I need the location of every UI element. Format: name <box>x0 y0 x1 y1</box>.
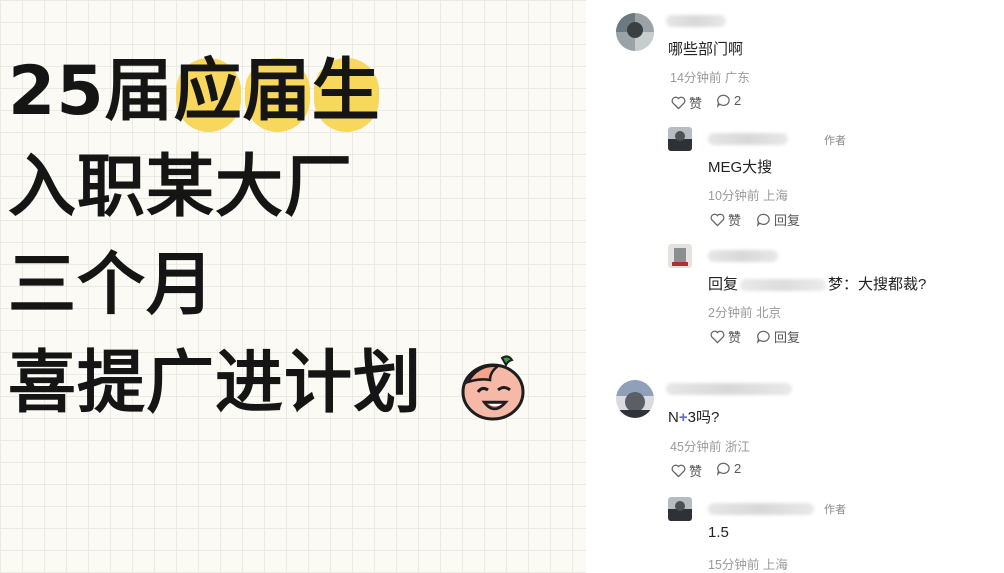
comment-meta: 45分钟前 浙江 <box>670 436 750 455</box>
username-blurred[interactable] <box>708 133 788 145</box>
poster-highlight-2: 届 <box>242 52 312 132</box>
poster-line-4: 喜提广进计划 <box>8 344 423 423</box>
like-button[interactable]: 赞 <box>710 327 741 346</box>
like-label: 赞 <box>728 213 742 228</box>
mention-blurred[interactable] <box>740 279 827 292</box>
poster-image: 25届应届生 入职某大厂 三个月 喜提广进计划 <box>0 0 586 573</box>
reply-count: 2 <box>734 93 742 108</box>
comment-text: N+3吗? <box>668 406 719 427</box>
comment-text-b: 3吗? <box>687 409 720 426</box>
poster-line-1: 25届应届生 <box>8 52 381 132</box>
author-tag: 作者 <box>824 135 846 147</box>
avatar[interactable] <box>668 497 692 521</box>
reply-time: 10分钟前 <box>708 189 760 203</box>
poster-highlight-1: 应 <box>173 52 243 132</box>
reply-meta: 15分钟前 上海 <box>708 554 788 573</box>
username-blurred[interactable] <box>666 15 726 27</box>
reply-text: MEG大搜 <box>708 159 773 176</box>
reply-text-line: 回复 梦：大搜都裁? <box>708 273 926 294</box>
like-label: 赞 <box>689 464 703 479</box>
comment-time: 14分钟前 <box>670 71 722 85</box>
like-label: 赞 <box>728 330 742 345</box>
poster-line-1-prefix: 25届 <box>8 52 174 131</box>
comment-text: 哪些部门啊 <box>668 41 744 58</box>
reply-location: 北京 <box>755 306 781 320</box>
poster-highlight-3: 生 <box>311 52 381 132</box>
reply-location: 上海 <box>762 558 788 572</box>
facepalm-crying-face-icon <box>461 355 525 421</box>
heart-icon <box>710 213 725 227</box>
heart-icon <box>671 96 686 110</box>
avatar[interactable] <box>616 380 654 418</box>
reply-count-button[interactable]: 2 <box>716 461 741 476</box>
like-button[interactable]: 赞 <box>710 210 741 229</box>
comment-bubble-icon <box>756 213 770 227</box>
avatar[interactable] <box>668 127 692 151</box>
avatar-blurred-icon <box>668 497 692 521</box>
avatar-blurred-icon <box>668 127 692 151</box>
comment-location: 浙江 <box>724 440 750 454</box>
poster-line-3: 三个月 <box>8 246 216 325</box>
avatar[interactable] <box>616 13 654 51</box>
heart-icon <box>671 464 686 478</box>
reply-label: 回复 <box>774 330 801 345</box>
username-blurred[interactable] <box>666 383 792 395</box>
comment-location: 广东 <box>724 71 750 85</box>
comment-text-a: N <box>668 409 679 426</box>
reply-meta: 10分钟前 上海 <box>708 185 788 204</box>
reply-label: 回复 <box>774 213 801 228</box>
username-blurred[interactable] <box>708 503 814 515</box>
reply-location: 上海 <box>762 189 788 203</box>
comment-section: 哪些部门啊 14分钟前 广东 赞 2 作者 MEG大搜 10分钟前 上海 赞 回… <box>586 0 1004 573</box>
comment-meta: 14分钟前 广东 <box>670 67 750 86</box>
reply-count: 2 <box>734 461 742 476</box>
avatar-blurred-icon <box>616 13 654 51</box>
comment-bubble-icon <box>716 94 730 108</box>
reply-button[interactable]: 回复 <box>756 210 800 229</box>
reply-meta: 2分钟前 北京 <box>708 302 781 321</box>
comment-bubble-icon <box>716 462 730 476</box>
reply-prefix: 回复 <box>708 276 739 293</box>
avatar-blurred-icon <box>668 244 692 268</box>
reply-button[interactable]: 回复 <box>756 327 800 346</box>
heart-icon <box>710 330 725 344</box>
comment-time: 45分钟前 <box>670 440 722 454</box>
plus-sign: + <box>678 409 688 426</box>
reply-count-button[interactable]: 2 <box>716 93 741 108</box>
reply-time: 15分钟前 <box>708 558 760 572</box>
author-tag: 作者 <box>824 504 846 516</box>
reply-text: 1.5 <box>708 524 729 541</box>
username-blurred[interactable] <box>708 250 778 262</box>
reply-time: 2分钟前 <box>708 306 753 320</box>
like-button[interactable]: 赞 <box>671 93 702 112</box>
like-label: 赞 <box>689 96 703 111</box>
like-button[interactable]: 赞 <box>671 461 702 480</box>
mention-suffix: 梦 <box>828 276 844 293</box>
avatar[interactable] <box>668 244 692 268</box>
poster-line-2: 入职某大厂 <box>8 148 354 227</box>
avatar-blurred-icon <box>616 380 654 418</box>
reply-text: ：大搜都裁? <box>843 276 927 293</box>
comment-bubble-icon <box>756 330 770 344</box>
